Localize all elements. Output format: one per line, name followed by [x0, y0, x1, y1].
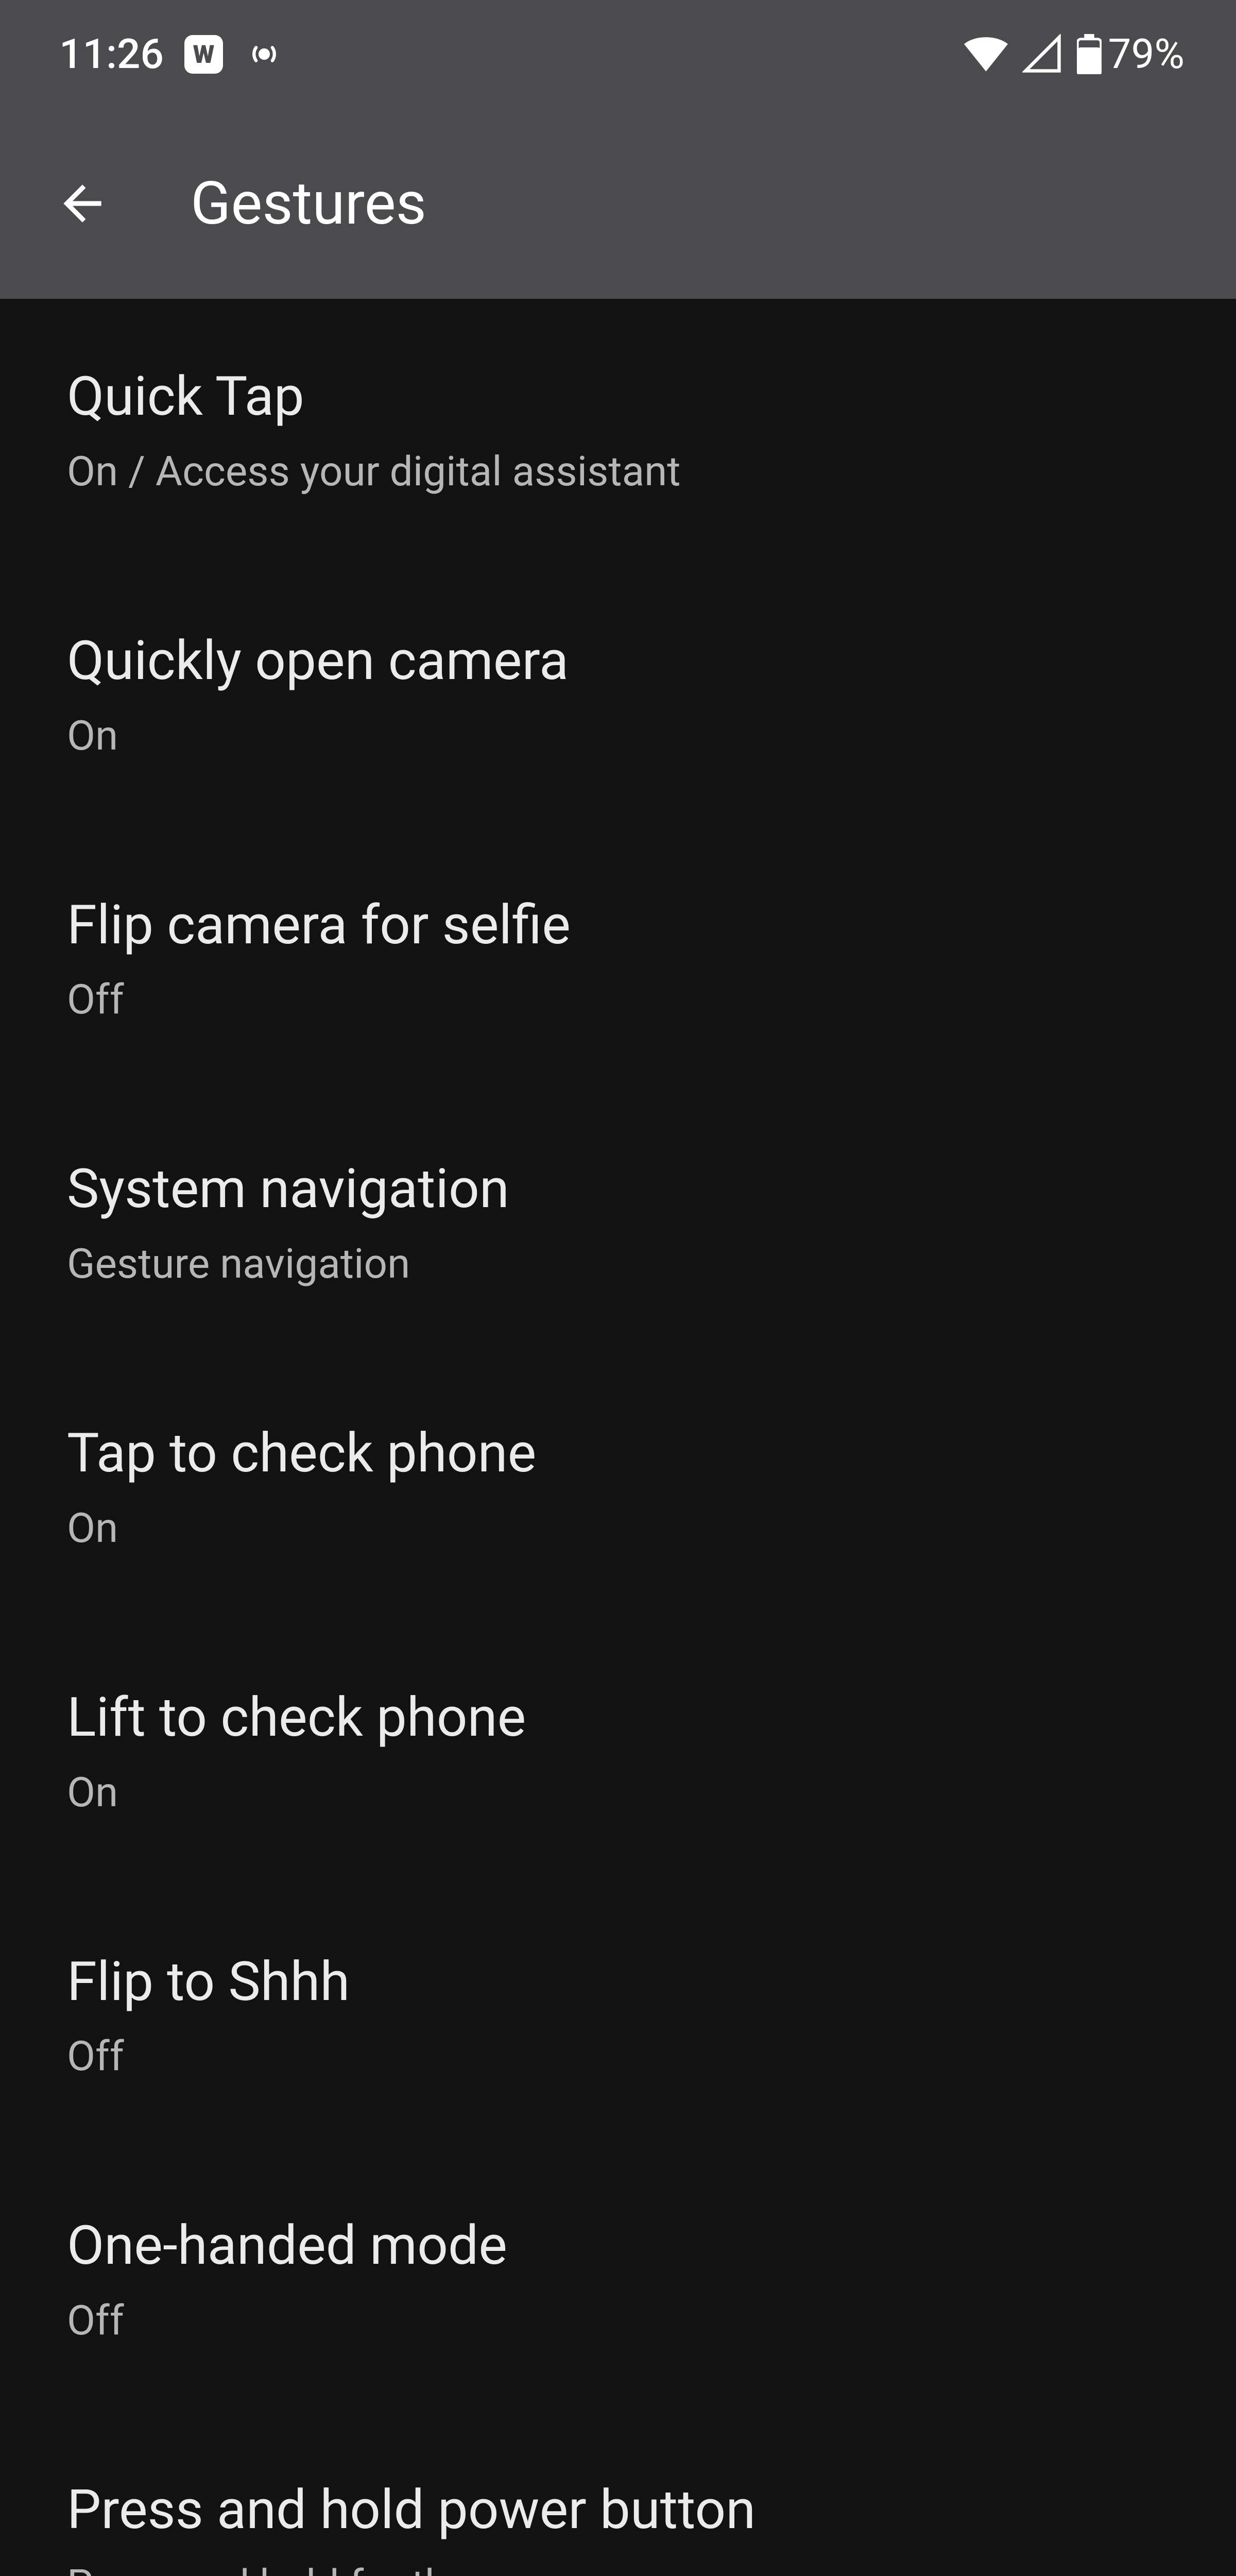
item-title: Flip camera for selfie — [67, 894, 1169, 957]
item-title: System navigation — [67, 1158, 1169, 1221]
status-bar: 11:26 W — [0, 0, 1236, 108]
cellular-signal-icon — [1022, 34, 1062, 74]
item-subtitle: On — [67, 1768, 1169, 1817]
status-bar-left: 11:26 W — [59, 30, 285, 78]
back-button[interactable] — [52, 173, 113, 234]
broadcast-icon — [244, 33, 285, 75]
status-bar-right: 79% — [964, 30, 1184, 78]
item-title: Quickly open camera — [67, 630, 1169, 692]
item-quickly-open-camera[interactable]: Quickly open camera On — [0, 563, 1236, 827]
app-bar: Gestures — [0, 108, 1236, 299]
item-subtitle: Off — [67, 2031, 1169, 2081]
item-system-navigation[interactable]: System navigation Gesture navigation — [0, 1091, 1236, 1355]
item-title: One-handed mode — [67, 2215, 1169, 2277]
item-title: Quick Tap — [67, 366, 1169, 428]
item-title: Flip to Shhh — [67, 1951, 1169, 2013]
item-subtitle: Off — [67, 2296, 1169, 2345]
item-subtitle: Off — [67, 975, 1169, 1024]
item-lift-to-check-phone[interactable]: Lift to check phone On — [0, 1620, 1236, 1884]
battery-percent-text: 79% — [1108, 30, 1184, 78]
status-clock: 11:26 — [59, 30, 164, 78]
battery-indicator: 79% — [1077, 30, 1184, 78]
wifi-icon — [964, 37, 1008, 72]
item-title: Press and hold power button — [67, 2479, 1169, 2541]
settings-list: Quick Tap On / Access your digital assis… — [0, 299, 1236, 2576]
page-title: Gestures — [191, 169, 426, 239]
item-one-handed-mode[interactable]: One-handed mode Off — [0, 2148, 1236, 2412]
item-subtitle: On — [67, 1503, 1169, 1553]
item-flip-camera-for-selfie[interactable]: Flip camera for selfie Off — [0, 827, 1236, 1092]
item-title: Tap to check phone — [67, 1422, 1169, 1485]
device-frame: 11:26 W — [0, 0, 1236, 2576]
item-flip-to-shhh[interactable]: Flip to Shhh Off — [0, 1884, 1236, 2148]
item-quick-tap[interactable]: Quick Tap On / Access your digital assis… — [0, 299, 1236, 563]
item-title: Lift to check phone — [67, 1687, 1169, 1749]
item-subtitle: On / Access your digital assistant — [67, 447, 1169, 496]
item-press-and-hold-power-button[interactable]: Press and hold power button Press and ho… — [0, 2412, 1236, 2576]
item-subtitle: Gesture navigation — [67, 1239, 1169, 1289]
item-tap-to-check-phone[interactable]: Tap to check phone On — [0, 1355, 1236, 1620]
item-subtitle: On — [67, 711, 1169, 760]
arrow-back-icon — [54, 175, 111, 232]
item-subtitle: Press and hold for the power menu — [67, 2560, 1169, 2576]
app-notification-icon: W — [184, 35, 223, 74]
